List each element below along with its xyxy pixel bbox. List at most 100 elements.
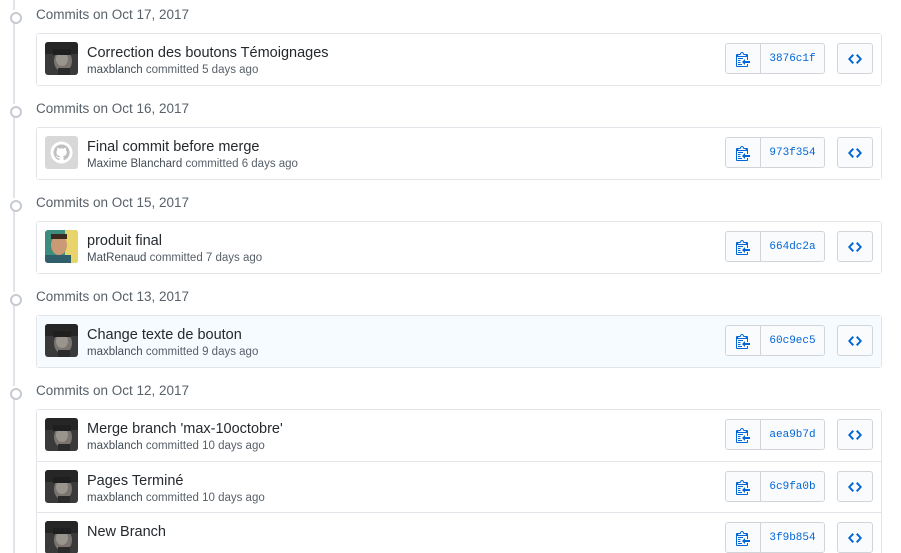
commit-row: Correction des boutons Témoignages maxbl… xyxy=(37,34,881,85)
commit-sha-link[interactable]: 60c9ec5 xyxy=(761,326,824,355)
avatar[interactable] xyxy=(45,470,78,503)
commit-row: Final commit before merge Maxime Blancha… xyxy=(37,128,881,179)
code-brackets-icon xyxy=(848,532,862,543)
browse-repo-button[interactable] xyxy=(837,471,873,502)
commit-group-header: Commits on Oct 17, 2017 xyxy=(0,0,901,33)
commit-meta: Maxime Blanchard committed 6 days ago xyxy=(87,158,298,170)
git-commit-icon xyxy=(6,104,22,118)
commit-time: 10 days ago xyxy=(202,492,265,504)
git-commit-icon xyxy=(6,292,22,306)
commit-row: produit final MatRenaud committed 7 days… xyxy=(37,222,881,273)
commit-list: Merge branch 'max-10octobre' maxblanch c… xyxy=(36,409,882,553)
commit-group: Commits on Oct 15, 2017 produit final Ma… xyxy=(0,188,901,274)
browse-repo-button[interactable] xyxy=(837,325,873,356)
commit-group-date: Commits on Oct 15, 2017 xyxy=(36,195,190,210)
code-brackets-icon xyxy=(848,335,862,346)
browse-repo-button[interactable] xyxy=(837,419,873,450)
commit-group-header: Commits on Oct 13, 2017 xyxy=(0,282,901,315)
avatar[interactable] xyxy=(45,324,78,357)
git-commit-icon xyxy=(6,198,22,212)
commit-group-header: Commits on Oct 16, 2017 xyxy=(0,94,901,127)
commit-row: Change texte de bouton maxblanch committ… xyxy=(37,316,881,367)
avatar[interactable] xyxy=(45,230,78,263)
clipboard-copy-icon xyxy=(736,239,750,255)
commit-sha-link[interactable]: 973f354 xyxy=(761,138,824,167)
browse-repo-button[interactable] xyxy=(837,522,873,553)
commit-meta: maxblanch committed 10 days ago xyxy=(87,440,265,452)
clipboard-copy-icon xyxy=(736,530,750,546)
commit-title-link[interactable]: Change texte de bouton xyxy=(87,327,242,343)
commit-sha-link[interactable]: 664dc2a xyxy=(761,232,824,261)
clipboard-copy-icon xyxy=(736,51,750,67)
commit-sha-link[interactable]: 3876c1f xyxy=(761,44,824,73)
commit-verb: committed xyxy=(145,64,199,76)
browse-repo-button[interactable] xyxy=(837,231,873,262)
commit-group-header: Commits on Oct 15, 2017 xyxy=(0,188,901,221)
clipboard-copy-icon xyxy=(736,333,750,349)
sha-button-group: 664dc2a xyxy=(725,231,825,262)
commit-verb: committed xyxy=(145,440,199,452)
copy-sha-button[interactable] xyxy=(726,472,761,501)
commit-time: 9 days ago xyxy=(202,346,259,358)
commit-author-link[interactable]: Maxime Blanchard xyxy=(87,158,182,170)
avatar[interactable] xyxy=(45,418,78,451)
commit-verb: committed xyxy=(145,346,199,358)
copy-sha-button[interactable] xyxy=(726,138,761,167)
commit-history: Commits on Oct 17, 2017 Correction des b… xyxy=(0,0,901,553)
commit-group: Commits on Oct 12, 2017 Merge branch 'ma… xyxy=(0,376,901,553)
commit-group-date: Commits on Oct 13, 2017 xyxy=(36,289,190,304)
commit-title-link[interactable]: New Branch xyxy=(87,524,166,540)
sha-button-group: 6c9fa0b xyxy=(725,471,825,502)
code-brackets-icon xyxy=(848,147,862,158)
copy-sha-button[interactable] xyxy=(726,232,761,261)
commit-sha-link[interactable]: 3f9b854 xyxy=(761,523,824,552)
commit-meta: maxblanch committed 5 days ago xyxy=(87,64,258,76)
copy-sha-button[interactable] xyxy=(726,326,761,355)
avatar[interactable] xyxy=(45,42,78,75)
sha-button-group: 973f354 xyxy=(725,137,825,168)
commit-list: Correction des boutons Témoignages maxbl… xyxy=(36,33,882,86)
code-brackets-icon xyxy=(848,53,862,64)
sha-button-group: aea9b7d xyxy=(725,419,825,450)
commit-author-link[interactable]: maxblanch xyxy=(87,64,143,76)
commit-sha-link[interactable]: 6c9fa0b xyxy=(761,472,824,501)
commit-time: 5 days ago xyxy=(202,64,259,76)
avatar[interactable] xyxy=(45,136,78,169)
copy-sha-button[interactable] xyxy=(726,420,761,449)
commit-author-link[interactable]: maxblanch xyxy=(87,440,143,452)
sha-button-group: 60c9ec5 xyxy=(725,325,825,356)
commit-group-date: Commits on Oct 16, 2017 xyxy=(36,101,190,116)
commit-group: Commits on Oct 13, 2017 Change texte de … xyxy=(0,282,901,368)
commit-list: Final commit before merge Maxime Blancha… xyxy=(36,127,882,180)
clipboard-copy-icon xyxy=(736,479,750,495)
clipboard-copy-icon xyxy=(736,427,750,443)
commit-meta: MatRenaud committed 7 days ago xyxy=(87,252,262,264)
commit-title-link[interactable]: produit final xyxy=(87,233,162,249)
code-brackets-icon xyxy=(848,481,862,492)
commit-author-link[interactable]: maxblanch xyxy=(87,492,143,504)
commit-title-link[interactable]: Pages Terminé xyxy=(87,473,183,489)
browse-repo-button[interactable] xyxy=(837,43,873,74)
commit-time: 7 days ago xyxy=(205,252,263,264)
git-commit-icon xyxy=(6,386,22,400)
code-brackets-icon xyxy=(848,429,862,440)
commit-group-header: Commits on Oct 12, 2017 xyxy=(0,376,901,409)
commit-group-date: Commits on Oct 17, 2017 xyxy=(36,7,190,22)
commit-meta: maxblanch committed 9 days ago xyxy=(87,346,258,358)
commit-group-date: Commits on Oct 12, 2017 xyxy=(36,383,190,398)
commit-title-link[interactable]: Merge branch 'max-10octobre' xyxy=(87,421,283,437)
sha-button-group: 3f9b854 xyxy=(725,522,825,553)
copy-sha-button[interactable] xyxy=(726,44,761,73)
avatar[interactable] xyxy=(45,521,78,553)
commit-sha-link[interactable]: aea9b7d xyxy=(761,420,824,449)
clipboard-copy-icon xyxy=(736,145,750,161)
commit-title-link[interactable]: Correction des boutons Témoignages xyxy=(87,45,329,61)
commit-author-link[interactable]: maxblanch xyxy=(87,346,143,358)
copy-sha-button[interactable] xyxy=(726,523,761,552)
commit-row: New Branch 3f9b854 xyxy=(37,512,881,553)
browse-repo-button[interactable] xyxy=(837,137,873,168)
commit-verb: committed xyxy=(145,492,199,504)
commit-author-link[interactable]: MatRenaud xyxy=(87,252,146,264)
commit-title-link[interactable]: Final commit before merge xyxy=(87,139,259,155)
sha-button-group: 3876c1f xyxy=(725,43,825,74)
